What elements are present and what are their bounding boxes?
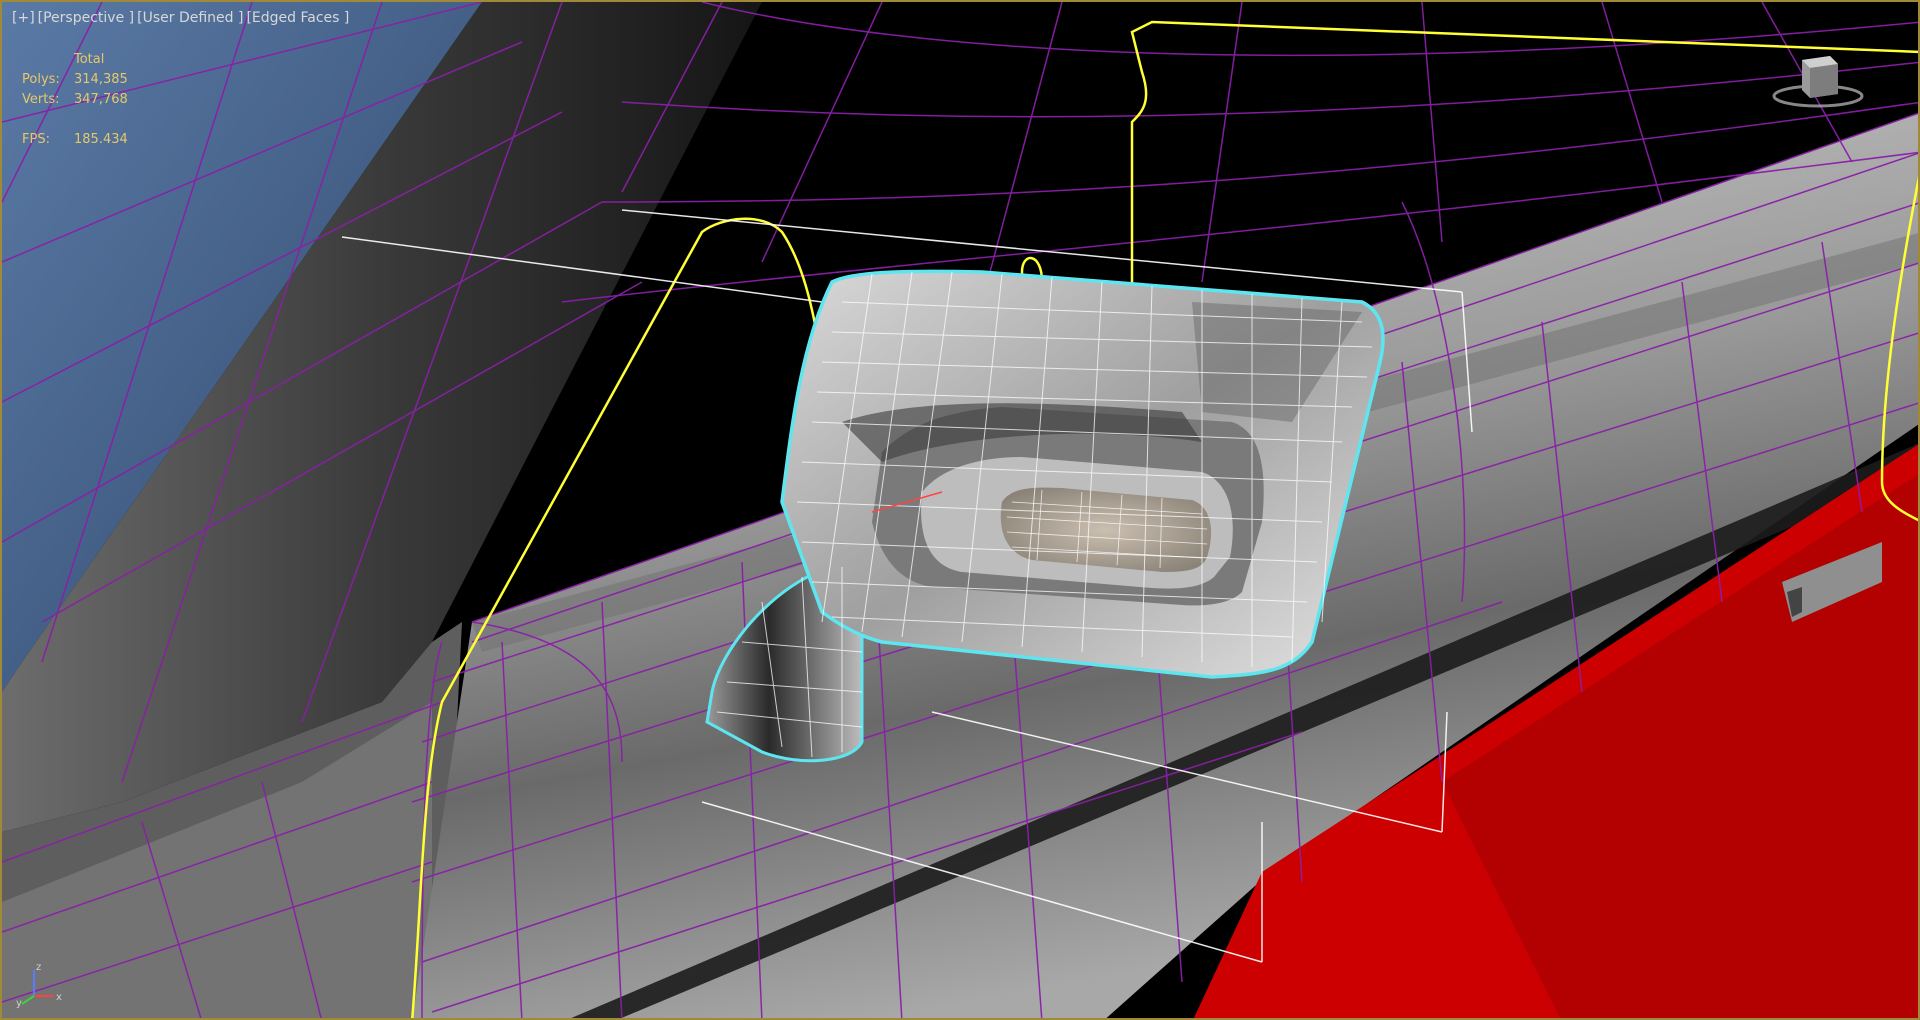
axis-tripod-icon: z x y <box>14 948 74 1009</box>
axis-y-label: y <box>16 998 22 1008</box>
viewcube-icon[interactable] <box>1768 48 1868 118</box>
viewport-label[interactable]: [+] [Perspective ] [User Defined ] [Edged F… <box>12 10 352 26</box>
stats-verts-row: Verts: 347,768 <box>22 90 128 110</box>
stats-overlay: Total Polys: 314,385 Verts: 347,768 FPS:… <box>22 50 128 150</box>
polys-label: Polys: <box>22 72 60 87</box>
fps-value: 185.434 <box>74 132 128 147</box>
verts-value: 347,768 <box>74 92 128 107</box>
scene-render[interactable] <box>2 2 1920 1020</box>
axis-z-label: z <box>36 962 41 973</box>
fps-label: FPS: <box>22 132 50 147</box>
axis-x-label: x <box>56 992 62 1003</box>
viewport-edges-label[interactable]: [Edged Faces ] <box>246 10 349 26</box>
stats-header: Total <box>74 52 105 67</box>
viewport-perspective[interactable]: [+] [Perspective ] [User Defined ] [Edged F… <box>0 0 1920 1020</box>
viewport-menu-plus[interactable]: [+] <box>12 10 35 26</box>
polys-value: 314,385 <box>74 72 128 87</box>
verts-label: Verts: <box>22 92 60 107</box>
viewport-view-label[interactable]: [Perspective ] <box>38 10 134 26</box>
viewport-shading-label[interactable]: [User Defined ] <box>137 10 243 26</box>
stats-fps-row: FPS: 185.434 <box>22 130 128 150</box>
stats-polys-row: Polys: 314,385 <box>22 70 128 90</box>
